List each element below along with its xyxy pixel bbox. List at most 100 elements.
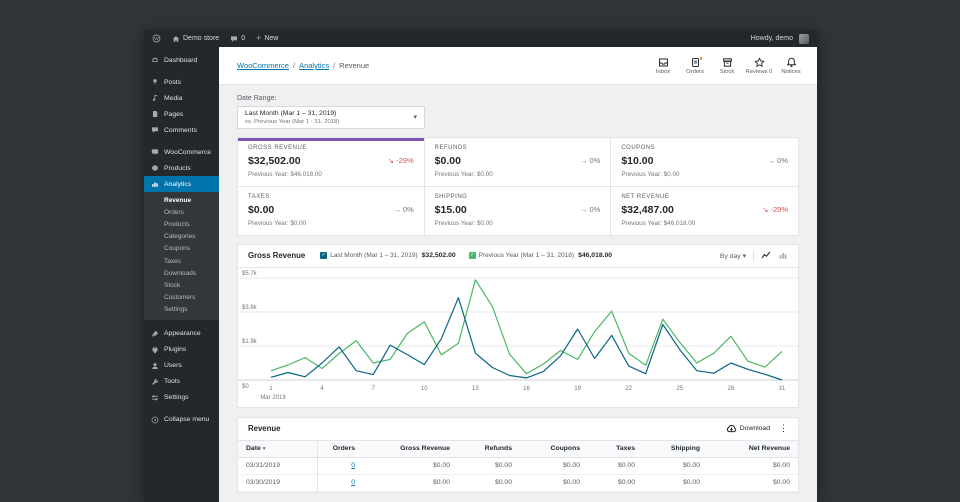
orders-count-link[interactable]: 0 (351, 462, 355, 469)
breadcrumb-link-analytics[interactable]: Analytics (299, 61, 329, 70)
revenue-table: Date▾ Orders Gross Revenue Refunds Coupons Ta… (238, 440, 798, 492)
line-chart-toggle[interactable] (761, 248, 771, 263)
revenue-chart[interactable]: $5.7k$3.8k$1.9k$01471013161922252831Mar … (238, 268, 798, 407)
bar-chart-icon (778, 248, 788, 263)
submenu-item-orders[interactable]: Orders (144, 206, 219, 218)
submenu-item-customers[interactable]: Customers (144, 292, 219, 304)
activity-tab-label: Orders (686, 69, 704, 75)
date-range-picker[interactable]: Last Month (Mar 1 – 31, 2019) vs. Previo… (237, 106, 425, 129)
posts-icon (151, 78, 160, 86)
stat-net-revenue[interactable]: Net Revenue$32,487.00↘-29%Previous Year:… (611, 187, 798, 235)
trend-down-arrow-icon: ↘ (388, 156, 394, 165)
column-header-gross-revenue[interactable]: Gross Revenue (363, 441, 458, 457)
stat-coupons[interactable]: Coupons$10.00→0%Previous Year: $0.00 (611, 138, 798, 187)
column-header-label: Orders (333, 445, 355, 452)
legend-item-last-month-mar-1-31-2019[interactable]: ✓Last Month (Mar 1 – 31, 2019)$32,502.00 (320, 252, 455, 259)
orders-count-link[interactable]: 0 (351, 479, 355, 486)
svg-text:W: W (154, 36, 159, 41)
submenu-item-categories[interactable]: Categories (144, 231, 219, 243)
sidebar-item-comments[interactable]: Comments (144, 122, 219, 138)
sidebar-item-users[interactable]: Users (144, 358, 219, 374)
inbox-icon (658, 57, 669, 68)
sidebar-item-appearance[interactable]: Appearance (144, 326, 219, 342)
stat-delta-value: 0% (589, 156, 600, 165)
sidebar-item-posts[interactable]: Posts (144, 74, 219, 90)
woocommerce-icon (151, 148, 160, 156)
activity-tab-reviews-0[interactable]: Reviews 0 (743, 54, 775, 77)
stat-delta-value: 0% (589, 205, 600, 214)
account-menu[interactable]: Howdy, demo (751, 34, 809, 44)
column-header-coupons[interactable]: Coupons (520, 441, 588, 457)
x-axis-label: 28 (728, 386, 735, 392)
sidebar-item-settings[interactable]: Settings (144, 390, 219, 406)
stat-delta-value: -29% (770, 205, 788, 214)
sidebar-item-collapse-menu[interactable]: Collapse menu (144, 412, 219, 428)
admin-bar: W Demo store 0 + New Howdy, demo (144, 30, 817, 47)
sort-desc-icon: ▾ (263, 446, 266, 452)
stat-label: Shipping (435, 194, 601, 200)
cell-shipping: $0.00 (643, 458, 708, 474)
submenu-item-stock[interactable]: Stock (144, 279, 219, 291)
content-scroll: Date Range: Last Month (Mar 1 – 31, 2019… (219, 85, 817, 493)
column-header-label: Refunds (485, 445, 512, 452)
legend-item-previous-year-mar-1-31-2018[interactable]: ✓Previous Year (Mar 1 – 31, 2018)$46,018… (469, 252, 612, 259)
activity-tab-notices[interactable]: Notices (775, 54, 807, 77)
stat-shipping[interactable]: Shipping$15.00→0%Previous Year: $0.00 (425, 187, 612, 235)
sidebar-item-products[interactable]: Products (144, 160, 219, 176)
table-menu-button[interactable]: ⋮ (779, 424, 788, 433)
sidebar-item-analytics[interactable]: Analytics (144, 176, 219, 192)
y-axis-label: $3.8k (242, 305, 258, 311)
admin-sidebar: Dashboard PostsMediaPagesComments WooComme… (144, 47, 219, 502)
stat-row: $0.00→0% (435, 155, 601, 167)
stat-gross-revenue[interactable]: Gross Revenue$32,502.00↘-29%Previous Yea… (238, 138, 425, 187)
submenu-item-revenue[interactable]: Revenue (144, 194, 219, 206)
column-header-taxes[interactable]: Taxes (588, 441, 643, 457)
submenu-item-downloads[interactable]: Downloads (144, 267, 219, 279)
submenu-item-taxes[interactable]: Taxes (144, 255, 219, 267)
column-header-orders[interactable]: Orders (318, 441, 363, 457)
sidebar-item-label: Plugins (164, 346, 186, 353)
activity-tab-stock[interactable]: Stock (711, 54, 743, 77)
breadcrumb-link-woocommerce[interactable]: WooCommerce (237, 61, 289, 70)
stock-icon (722, 57, 733, 68)
sidebar-item-plugins[interactable]: Plugins (144, 342, 219, 358)
trend-down-arrow-icon: ↘ (762, 205, 768, 214)
collapse-icon (151, 416, 160, 424)
new-content-button[interactable]: + New (256, 35, 278, 42)
column-header-date[interactable]: Date▾ (238, 441, 318, 457)
stat-taxes[interactable]: Taxes$0.00→0%Previous Year: $0.00 (238, 187, 425, 235)
activity-tab-orders[interactable]: Orders (679, 54, 711, 77)
stat-delta: →0% (580, 156, 600, 165)
download-button[interactable]: Download (726, 423, 770, 434)
cell-refunds: $0.00 (458, 458, 520, 474)
table-actions: Download ⋮ (726, 423, 788, 434)
wordpress-menu-button[interactable]: W (152, 34, 161, 43)
column-header-label: Taxes (616, 445, 635, 452)
sidebar-item-media[interactable]: Media (144, 90, 219, 106)
sidebar-item-tools[interactable]: Tools (144, 374, 219, 390)
howdy-label: Howdy, demo (751, 35, 793, 42)
column-header-net-revenue[interactable]: Net Revenue (708, 441, 798, 457)
trend-flat-arrow-icon: → (580, 156, 588, 165)
comments-indicator[interactable]: 0 (230, 35, 245, 43)
interval-select[interactable]: By day ▾ (720, 252, 746, 260)
submenu-item-settings[interactable]: Settings (144, 304, 219, 316)
activity-tab-inbox[interactable]: Inbox (647, 54, 679, 77)
column-header-shipping[interactable]: Shipping (643, 441, 708, 457)
x-axis-month-label: Mar 2019 (260, 395, 286, 401)
y-axis-label: $0 (242, 384, 249, 390)
sidebar-item-label: Collapse menu (164, 416, 209, 423)
bar-chart-toggle[interactable] (778, 248, 788, 263)
submenu-item-coupons[interactable]: Coupons (144, 243, 219, 255)
stat-label: Refunds (435, 145, 601, 151)
column-header-refunds[interactable]: Refunds (458, 441, 520, 457)
sidebar-item-dashboard[interactable]: Dashboard (144, 52, 219, 68)
sidebar-item-pages[interactable]: Pages (144, 106, 219, 122)
stat-refunds[interactable]: Refunds$0.00→0%Previous Year: $0.00 (425, 138, 612, 187)
sidebar-item-woocommerce[interactable]: WooCommerce (144, 144, 219, 160)
pages-icon (151, 110, 160, 118)
site-name-link[interactable]: Demo store (172, 35, 219, 43)
x-axis-label: 7 (372, 386, 376, 392)
submenu-item-products[interactable]: Products (144, 218, 219, 230)
stat-label: Coupons (621, 145, 788, 151)
